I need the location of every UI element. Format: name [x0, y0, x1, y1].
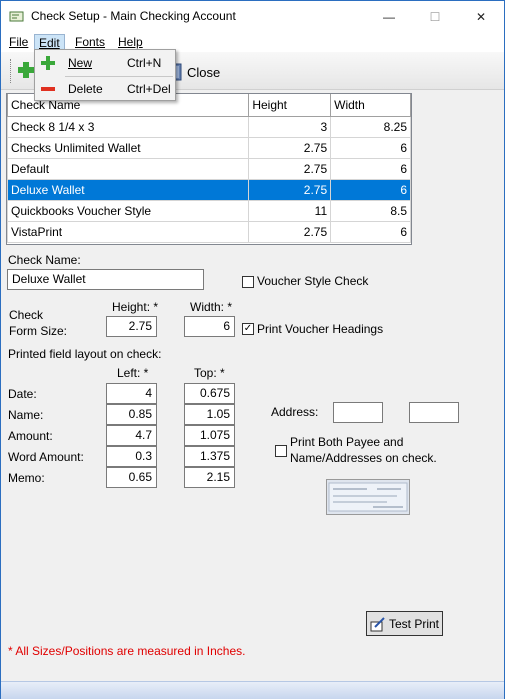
cell-width: 8.25: [330, 115, 411, 138]
date-left-field[interactable]: 4: [106, 383, 157, 404]
cell-width: 6: [330, 220, 411, 243]
cell-width: 8.5: [330, 199, 411, 222]
cell-height: 3: [248, 115, 332, 138]
check-list-grid[interactable]: Check Name Height Width Check 8 1/4 x 3 …: [6, 93, 412, 245]
test-print-button[interactable]: Test Print: [366, 611, 443, 636]
left-label: Left: *: [117, 366, 149, 380]
menu-item-new[interactable]: New Ctrl+N: [35, 51, 175, 75]
cell-height: 2.75: [248, 136, 332, 159]
voucher-style-checkbox[interactable]: [242, 276, 254, 288]
table-row[interactable]: VistaPrint 2.75 6: [6, 220, 411, 243]
column-header-width[interactable]: Width: [330, 94, 411, 117]
close-button[interactable]: Close: [169, 61, 221, 83]
cell-height: 2.75: [248, 220, 332, 243]
top-label: Top: *: [194, 366, 225, 380]
name-label: Name:: [8, 408, 44, 422]
footnote: * All Sizes/Positions are measured in In…: [8, 644, 246, 658]
print-voucher-headings-checkbox[interactable]: ✓: [242, 323, 254, 335]
print-voucher-headings-label: Print Voucher Headings: [257, 322, 384, 336]
table-row-selected[interactable]: Deluxe Wallet 2.75 6: [6, 178, 411, 201]
amount-left-field[interactable]: 4.7: [106, 425, 157, 446]
word-amount-left-field[interactable]: 0.3: [106, 446, 157, 467]
check-name-label: Check Name:: [8, 253, 81, 267]
menu-item-delete[interactable]: Delete Ctrl+Del: [35, 77, 175, 101]
test-print-label: Test Print: [389, 616, 440, 631]
memo-left-field[interactable]: 0.65: [106, 467, 157, 488]
check-setup-window: Check Setup - Main Checking Account — ☐ …: [0, 0, 505, 699]
window-title: Check Setup - Main Checking Account: [31, 9, 236, 23]
menu-fonts-label: Fonts: [75, 35, 106, 49]
check-name-field[interactable]: Deluxe Wallet: [7, 269, 204, 290]
check-app-icon: [9, 11, 24, 22]
table-row[interactable]: Quickbooks Voucher Style 11 8.5: [6, 199, 411, 222]
name-top-field[interactable]: 1.05: [184, 404, 235, 425]
form-width-field[interactable]: 6: [184, 316, 235, 337]
menu-item-new-label: New: [68, 56, 93, 70]
word-amount-label: Word Amount:: [8, 450, 84, 464]
cell-width: 6: [330, 157, 411, 180]
date-label: Date:: [8, 387, 37, 401]
title-bar: Check Setup - Main Checking Account — ☐ …: [1, 1, 504, 32]
layout-label: Printed field layout on check:: [8, 347, 162, 361]
check-preview-thumbnail: [326, 479, 410, 515]
pen-paper-icon: [370, 616, 385, 631]
amount-label: Amount:: [8, 429, 53, 443]
height-label: Height: *: [112, 300, 159, 314]
cell-check-name: Deluxe Wallet: [6, 178, 250, 201]
print-both-checkbox[interactable]: [275, 445, 287, 457]
cell-height: 11: [248, 199, 332, 222]
name-left-field[interactable]: 0.85: [106, 404, 157, 425]
date-top-field[interactable]: 0.675: [184, 383, 235, 404]
table-row[interactable]: Checks Unlimited Wallet 2.75 6: [6, 136, 411, 159]
menu-item-delete-label: Delete: [68, 82, 103, 96]
edit-dropdown-menu: New Ctrl+N Delete Ctrl+Del: [34, 49, 176, 101]
menu-help-label: Help: [118, 35, 143, 49]
cell-check-name: Checks Unlimited Wallet: [6, 136, 250, 159]
minimize-button[interactable]: —: [366, 1, 412, 32]
maximize-button[interactable]: ☐: [412, 1, 458, 32]
plus-icon: [41, 56, 55, 70]
address-label: Address:: [271, 405, 319, 419]
menu-file[interactable]: File: [5, 34, 32, 52]
print-both-label-2: Name/Addresses on check.: [290, 451, 437, 465]
cell-check-name: VistaPrint: [6, 220, 250, 243]
cell-height: 2.75: [248, 157, 332, 180]
close-window-button[interactable]: ✕: [458, 1, 504, 32]
cell-check-name: Default: [6, 157, 250, 180]
cell-width: 6: [330, 178, 411, 201]
memo-label: Memo:: [8, 471, 45, 485]
menu-file-label: File: [9, 35, 29, 49]
print-both-label-1: Print Both Payee and: [290, 435, 404, 449]
check-preview-image: [328, 482, 408, 512]
column-header-height[interactable]: Height: [248, 94, 332, 117]
add-icon[interactable]: [17, 61, 35, 79]
word-amount-top-field[interactable]: 1.375: [184, 446, 235, 467]
check-form-size-label-1: Check: [9, 308, 44, 322]
width-label: Width: *: [190, 300, 233, 314]
cell-check-name: Check 8 1/4 x 3: [6, 115, 250, 138]
memo-top-field[interactable]: 2.15: [184, 467, 235, 488]
address-top-field[interactable]: [409, 402, 459, 423]
form-height-field[interactable]: 2.75: [106, 316, 157, 337]
table-row[interactable]: Check 8 1/4 x 3 3 8.25: [6, 115, 411, 138]
close-button-label: Close: [187, 64, 221, 80]
menu-item-new-shortcut: Ctrl+N: [127, 56, 162, 70]
cell-height: 2.75: [248, 178, 332, 201]
amount-top-field[interactable]: 1.075: [184, 425, 235, 446]
cell-check-name: Quickbooks Voucher Style: [6, 199, 250, 222]
toolbar-grip[interactable]: [10, 59, 12, 83]
minus-icon: [41, 87, 55, 91]
table-row[interactable]: Default 2.75 6: [6, 157, 411, 180]
menu-item-delete-shortcut: Ctrl+Del: [127, 82, 171, 96]
voucher-style-label: Voucher Style Check: [257, 274, 369, 288]
address-left-field[interactable]: [333, 402, 383, 423]
status-bar: [1, 681, 504, 699]
check-form-size-label-2: Form Size:: [9, 324, 68, 338]
menu-edit-label: Edit: [39, 36, 60, 50]
cell-width: 6: [330, 136, 411, 159]
